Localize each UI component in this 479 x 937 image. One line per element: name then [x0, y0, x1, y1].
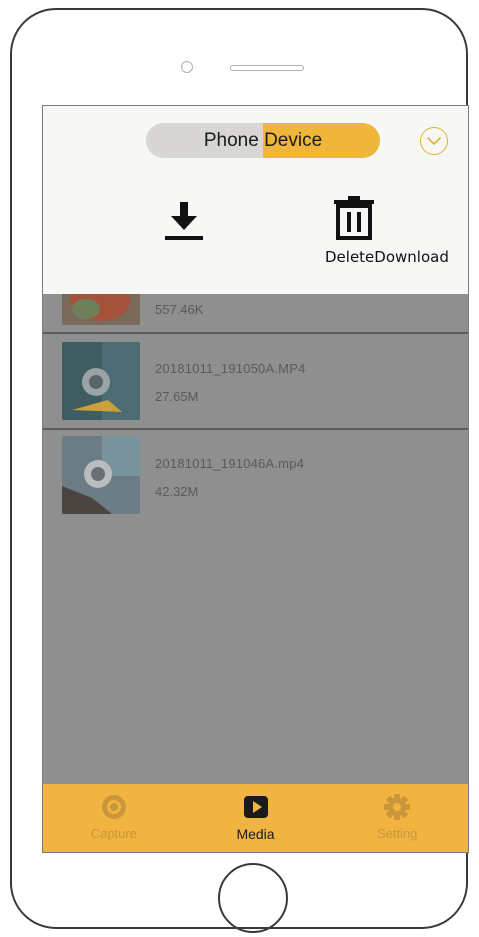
phone-frame: 557.46K 20181011_191050A.MP4 27.65M 2018… — [10, 8, 469, 933]
source-segment-control[interactable]: Phone Device — [146, 123, 380, 158]
file-size: 42.32M — [155, 484, 199, 499]
camera-icon — [101, 795, 126, 819]
tab-label: Setting — [376, 826, 418, 841]
collapse-button[interactable] — [420, 127, 448, 155]
tab-capture[interactable]: Capture — [43, 784, 185, 852]
delete-button[interactable] — [331, 194, 377, 242]
chevron-down-icon — [427, 137, 441, 145]
media-row[interactable]: 20181011_191050A.MP4 27.65M — [43, 334, 468, 430]
media-row[interactable]: 20181011_191046A.mp4 42.32M — [43, 430, 468, 514]
video-thumbnail — [62, 436, 140, 514]
download-button[interactable] — [161, 198, 207, 244]
file-size: 557.46K — [155, 302, 204, 317]
home-button[interactable] — [218, 863, 288, 933]
file-size: 27.65M — [155, 389, 199, 404]
tab-media[interactable]: Media — [185, 784, 327, 852]
video-thumbnail — [62, 342, 140, 420]
gear-icon — [384, 794, 411, 820]
file-name: 20181011_191050A.MP4 — [155, 361, 306, 376]
trash-icon — [334, 196, 374, 240]
header-panel: Phone Device DeleteDownload — [43, 106, 468, 294]
front-camera — [181, 61, 193, 73]
tab-label: Media — [236, 826, 275, 842]
play-icon — [243, 796, 268, 818]
segment-label: Phone Device — [203, 129, 323, 151]
download-icon — [165, 202, 203, 240]
app-screen: 557.46K 20181011_191050A.MP4 27.65M 2018… — [42, 105, 469, 853]
file-name: 20181011_191046A.mp4 — [155, 456, 305, 471]
bottom-tab-bar: Capture Media Setting — [43, 784, 468, 852]
action-label: DeleteDownload — [325, 248, 449, 266]
tab-label: Capture — [90, 826, 137, 841]
tab-setting[interactable]: Setting — [326, 784, 468, 852]
earpiece-speaker — [230, 65, 304, 71]
